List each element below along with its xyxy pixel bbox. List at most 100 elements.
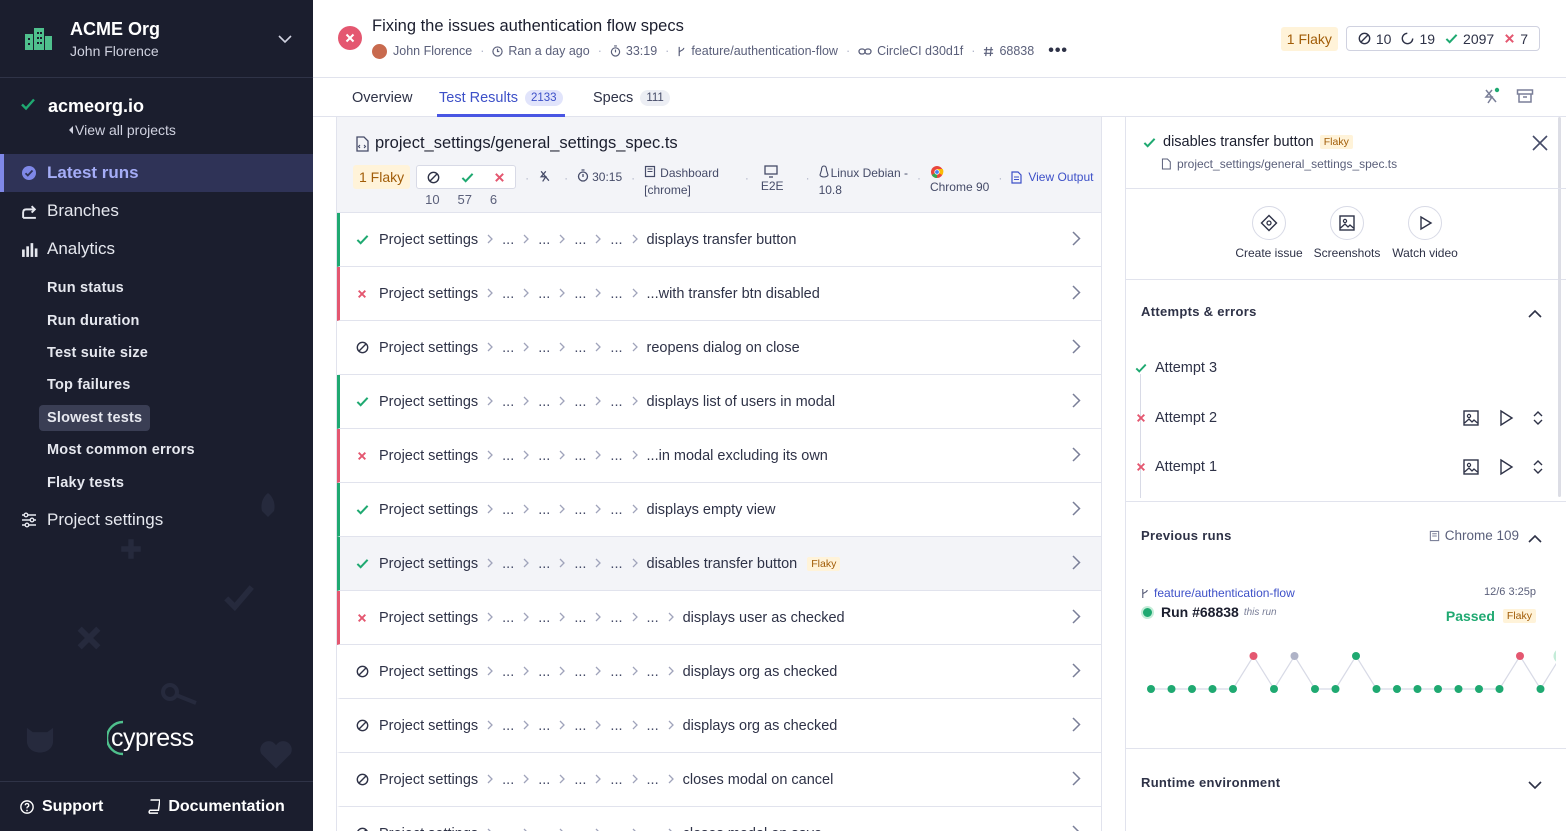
screenshots-button[interactable]: Screenshots — [1308, 206, 1386, 279]
chevron-down-icon[interactable] — [1528, 777, 1542, 795]
test-row[interactable]: Project settings............ ...in modal … — [337, 429, 1101, 483]
view-output-link[interactable]: View Output — [1011, 170, 1093, 184]
chevron-right-icon[interactable] — [1072, 555, 1081, 574]
history-point[interactable] — [1311, 685, 1319, 693]
history-point[interactable] — [1413, 685, 1422, 693]
nav-branches[interactable]: Branches — [0, 192, 313, 230]
chevron-right-icon[interactable] — [1072, 339, 1081, 358]
support-link[interactable]: Support — [20, 798, 103, 816]
breadcrumb-ellipsis: ... — [610, 501, 623, 518]
history-point[interactable] — [1352, 652, 1360, 660]
run-history-chart[interactable] — [1136, 639, 1556, 699]
flaky-filter-icon[interactable] — [1482, 87, 1500, 105]
image-icon[interactable] — [1462, 409, 1480, 427]
history-point[interactable] — [1167, 685, 1176, 693]
skipped-count: 10 — [1358, 31, 1391, 47]
nav-latest-runs[interactable]: Latest runs — [0, 154, 313, 192]
create-issue-button[interactable]: Create issue — [1230, 206, 1308, 279]
history-point[interactable] — [1553, 650, 1556, 662]
spec-flaky-badge[interactable]: 1 Flaky — [353, 165, 411, 189]
test-row[interactable]: Project settings............... displays … — [337, 699, 1101, 753]
detail-path[interactable]: project_settings/general_settings_spec.t… — [1161, 157, 1566, 171]
chevron-right-icon[interactable] — [1072, 771, 1081, 790]
history-point[interactable] — [1475, 685, 1483, 693]
nav-most-common-errors[interactable]: Most common errors — [0, 434, 313, 466]
image-icon[interactable] — [1462, 458, 1480, 476]
play-icon[interactable] — [1498, 409, 1514, 427]
org-switcher[interactable]: ACME Org John Florence — [0, 0, 313, 78]
history-point[interactable] — [1147, 685, 1155, 693]
chevron-right-icon[interactable] — [1072, 393, 1081, 412]
flaky-badge[interactable]: 1 Flaky — [1280, 26, 1338, 51]
chevron-right-icon[interactable] — [1072, 501, 1081, 520]
history-point[interactable] — [1208, 685, 1217, 693]
more-options-icon[interactable]: ••• — [1048, 42, 1068, 60]
history-point[interactable] — [1454, 685, 1463, 693]
documentation-link[interactable]: Documentation — [145, 798, 285, 816]
nav-top-failures[interactable]: Top failures — [0, 369, 313, 401]
history-point[interactable] — [1290, 652, 1299, 660]
test-row[interactable]: Project settings............ disables tra… — [337, 537, 1101, 591]
test-row[interactable]: Project settings............ displays emp… — [337, 483, 1101, 537]
tab-test-results[interactable]: Test Results 2133 — [437, 78, 565, 117]
nav-analytics[interactable]: Analytics — [0, 230, 313, 268]
history-point[interactable] — [1270, 685, 1278, 693]
history-point[interactable] — [1229, 685, 1237, 693]
chevron-right-icon[interactable] — [1072, 663, 1081, 682]
chevron-down-icon[interactable] — [277, 31, 293, 47]
test-row[interactable]: Project settings............... displays … — [337, 591, 1101, 645]
history-point[interactable] — [1516, 652, 1524, 660]
run-branch[interactable]: feature/authentication-flow — [677, 44, 838, 58]
nav-slowest-tests[interactable]: Slowest tests — [0, 402, 313, 434]
attempt-row[interactable]: Attempt 1 — [1134, 458, 1544, 476]
history-point[interactable] — [1393, 685, 1401, 693]
view-all-projects-link[interactable]: View all projects — [67, 122, 313, 138]
attempt-row[interactable]: Attempt 2 — [1134, 409, 1544, 427]
test-row[interactable]: Project settings............ ...with tran… — [337, 267, 1101, 321]
nav-run-status[interactable]: Run status — [0, 272, 313, 304]
run-branch[interactable]: feature/authentication-flow — [1141, 586, 1536, 600]
history-point[interactable] — [1249, 652, 1258, 660]
tab-specs[interactable]: Specs 111 — [593, 78, 670, 117]
attempt-row[interactable]: Attempt 3 — [1134, 360, 1544, 376]
archive-icon[interactable] — [1516, 87, 1534, 105]
run-ci[interactable]: CircleCI d30d1f — [858, 44, 963, 58]
nav-run-duration[interactable]: Run duration — [0, 304, 313, 336]
chevron-right-icon[interactable] — [1072, 825, 1081, 831]
failed-icon — [355, 289, 369, 299]
test-row[interactable]: Project settings............ reopens dial… — [337, 321, 1101, 375]
play-icon[interactable] — [1498, 458, 1514, 476]
watch-video-button[interactable]: Watch video — [1386, 206, 1464, 279]
history-point[interactable] — [1188, 685, 1196, 693]
history-point[interactable] — [1495, 685, 1504, 693]
runtime-environment-section[interactable]: Runtime environment — [1126, 749, 1566, 831]
chevron-right-icon[interactable] — [1072, 231, 1081, 250]
browser-filter[interactable]: Chrome 109 — [1429, 528, 1519, 543]
group-label: Dashboard — [660, 166, 719, 180]
chevron-right-icon[interactable] — [1072, 285, 1081, 304]
chevron-up-icon[interactable] — [1528, 530, 1542, 548]
nav-project-settings[interactable]: Project settings — [0, 501, 313, 539]
history-point[interactable] — [1331, 685, 1340, 693]
test-row[interactable]: Project settings............... closes mo… — [337, 807, 1101, 831]
close-icon[interactable] — [1531, 134, 1549, 157]
tab-overview[interactable]: Overview — [352, 78, 412, 117]
spec-name[interactable]: project_settings/general_settings_spec.t… — [355, 134, 1101, 153]
test-row[interactable]: Project settings............... closes mo… — [337, 753, 1101, 807]
linux-icon — [819, 165, 829, 178]
chevron-right-icon[interactable] — [1072, 609, 1081, 628]
expand-icon[interactable] — [1532, 409, 1544, 427]
history-point[interactable] — [1372, 685, 1381, 693]
test-row[interactable]: Project settings............ displays lis… — [337, 375, 1101, 429]
expand-icon[interactable] — [1532, 458, 1544, 476]
chevron-right-icon — [487, 665, 494, 679]
chevron-right-icon[interactable] — [1072, 447, 1081, 466]
history-point[interactable] — [1536, 685, 1545, 693]
chevron-right-icon[interactable] — [1072, 717, 1081, 736]
history-point[interactable] — [1434, 685, 1442, 693]
test-row[interactable]: Project settings............... displays … — [337, 645, 1101, 699]
nav-test-suite-size[interactable]: Test suite size — [0, 337, 313, 369]
previous-run-card[interactable]: feature/authentication-flow 12/6 3:25p R… — [1141, 586, 1536, 624]
test-row[interactable]: Project settings............ displays tra… — [337, 213, 1101, 267]
chevron-up-icon[interactable] — [1528, 305, 1542, 323]
